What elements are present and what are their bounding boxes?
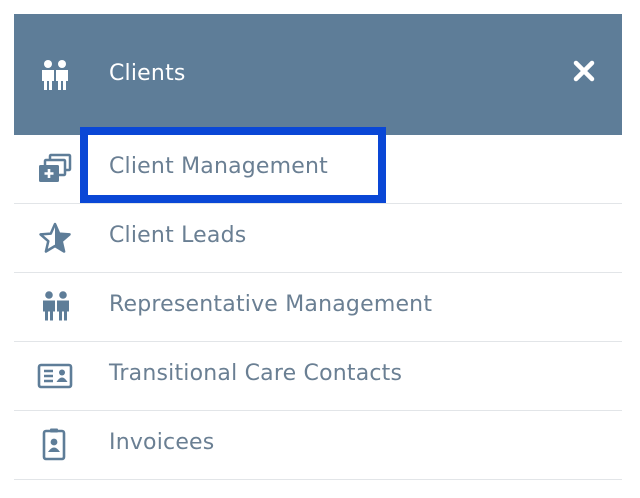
panel-header: Clients — [14, 14, 622, 135]
menu-item-representative-management[interactable]: Representative Management — [14, 273, 622, 342]
menu-item-label: Transitional Care Contacts — [109, 361, 403, 386]
id-badge-icon — [36, 428, 76, 462]
menu-item-label: Representative Management — [109, 292, 433, 317]
contact-card-icon — [36, 359, 76, 393]
menu-item-label: Client Leads — [109, 223, 247, 248]
people-icon — [36, 290, 76, 324]
menu-item-label: Invoicees — [109, 430, 215, 455]
menu-item-transitional-care-contacts[interactable]: Transitional Care Contacts — [14, 342, 622, 411]
menu-item-client-management[interactable]: Client Management — [14, 135, 622, 204]
people-icon — [41, 59, 69, 91]
menu-item-client-leads[interactable]: Client Leads — [14, 204, 622, 273]
menu-item-label: Client Management — [109, 154, 329, 179]
star-icon — [36, 221, 76, 255]
client-management-icon — [36, 152, 76, 186]
clients-panel: Clients Client Management Client Leads R… — [14, 14, 622, 484]
menu-item-invoicees[interactable]: Invoicees — [14, 411, 622, 480]
clients-menu: Client Management Client Leads Represent… — [14, 135, 622, 480]
close-icon[interactable] — [571, 58, 597, 84]
panel-title: Clients — [109, 61, 186, 86]
